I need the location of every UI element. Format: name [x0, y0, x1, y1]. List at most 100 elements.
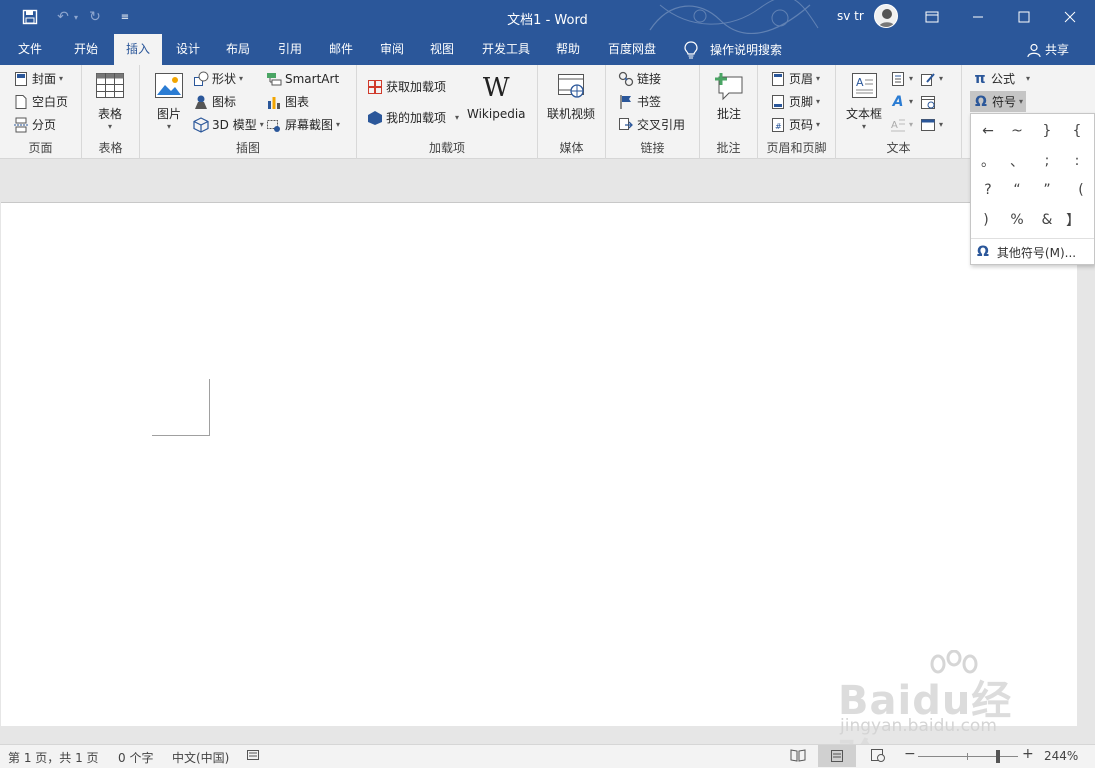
- table-button[interactable]: 表格 ▾: [94, 71, 126, 131]
- page-info[interactable]: 第 1 页，共 1 页: [8, 749, 99, 766]
- tab-developer[interactable]: 开发工具: [475, 34, 537, 65]
- symbol-button[interactable]: Ω 符号 ▾: [970, 91, 1027, 112]
- tab-review[interactable]: 审阅: [372, 34, 412, 65]
- bookmark-button[interactable]: 书签: [618, 91, 661, 112]
- wikipedia-button[interactable]: W Wikipedia: [467, 73, 526, 121]
- symbol-item[interactable]: 】: [1058, 207, 1088, 233]
- symbol-item[interactable]: “: [1002, 177, 1032, 203]
- cross-reference-label: 交叉引用: [637, 118, 686, 132]
- icons-button[interactable]: 图标: [193, 91, 236, 112]
- word-count[interactable]: 0 个字: [118, 749, 153, 766]
- symbol-item[interactable]: }: [1032, 118, 1062, 144]
- tab-home[interactable]: 开始: [64, 34, 108, 65]
- smartart-button[interactable]: SmartArt: [266, 68, 339, 89]
- footer-button[interactable]: 页脚 ▾: [770, 91, 820, 112]
- tab-baidu-netdisk[interactable]: 百度网盘: [602, 34, 662, 65]
- date-time-button[interactable]: [920, 91, 936, 112]
- page-break-button[interactable]: 分页: [13, 114, 56, 135]
- tab-file[interactable]: 文件: [10, 34, 50, 65]
- group-pages: 封面 ▾ 空白页 分页 页面: [0, 65, 82, 159]
- web-layout-icon[interactable]: [870, 748, 886, 765]
- chart-button[interactable]: 图表: [266, 91, 309, 112]
- tab-mailings[interactable]: 邮件: [321, 34, 361, 65]
- maximize-icon[interactable]: [1001, 0, 1047, 34]
- tab-design[interactable]: 设计: [168, 34, 208, 65]
- drop-cap-button[interactable]: A ▾: [890, 114, 913, 135]
- ribbon-display-options-icon[interactable]: [909, 0, 955, 34]
- chevron-down-icon: ▾: [939, 120, 944, 129]
- wordart-button[interactable]: A ▾: [890, 91, 913, 112]
- blank-page-label: 空白页: [32, 95, 69, 109]
- chevron-down-icon: ▾: [166, 122, 171, 131]
- language-indicator[interactable]: 中文(中国): [172, 749, 229, 766]
- page-number-button[interactable]: # 页码 ▾: [770, 114, 820, 135]
- pi-icon: π: [974, 70, 986, 87]
- vertical-scrollbar[interactable]: [1077, 202, 1095, 726]
- get-addins-button[interactable]: 获取加载项: [367, 76, 446, 97]
- group-comments-label: 批注: [716, 141, 741, 155]
- share-button[interactable]: 共享: [1027, 34, 1069, 65]
- screenshot-button[interactable]: 屏幕截图 ▾: [266, 114, 340, 135]
- pictures-button[interactable]: 图片 ▾: [153, 71, 185, 131]
- tell-me-search[interactable]: 操作说明搜索: [684, 34, 782, 65]
- cross-reference-button[interactable]: 交叉引用: [618, 114, 685, 135]
- wordart-icon: A: [892, 93, 904, 110]
- object-button[interactable]: ▾: [920, 114, 943, 135]
- symbol-item[interactable]: 。: [973, 148, 1003, 174]
- macro-record-icon[interactable]: [246, 748, 260, 765]
- minimize-icon[interactable]: [955, 0, 1001, 34]
- tab-insert[interactable]: 插入: [114, 34, 162, 65]
- my-addins-icon: [367, 110, 383, 126]
- tab-help[interactable]: 帮助: [548, 34, 588, 65]
- symbol-item[interactable]: ;: [1032, 148, 1062, 174]
- online-video-button[interactable]: 联机视频: [547, 71, 595, 122]
- symbol-item[interactable]: ”: [1032, 177, 1062, 203]
- more-symbols-button[interactable]: Ω 其他符号(M)...: [971, 238, 1094, 265]
- ribbon: 封面 ▾ 空白页 分页 页面 表格 ▾ 表格 图片 ▾ 形状 ▾ 图标 3D 模…: [0, 65, 1095, 159]
- watermark-url: jingyan.baidu.com: [840, 716, 997, 736]
- document-gray-area: [0, 159, 1095, 202]
- document-page[interactable]: [1, 202, 1077, 726]
- comment-label: 批注: [716, 107, 741, 121]
- signature-line-button[interactable]: ▾: [920, 68, 943, 89]
- header-button[interactable]: 页眉 ▾: [770, 68, 820, 89]
- blank-page-button[interactable]: 空白页: [13, 91, 68, 112]
- omega-icon: Ω: [977, 244, 989, 260]
- symbol-item[interactable]: %: [1002, 207, 1032, 233]
- 3d-models-label: 3D 模型: [212, 118, 257, 132]
- symbol-item[interactable]: :: [1062, 148, 1092, 174]
- symbol-item[interactable]: (: [1066, 177, 1095, 203]
- tab-view[interactable]: 视图: [422, 34, 462, 65]
- zoom-slider[interactable]: [918, 750, 1018, 763]
- link-button[interactable]: 链接: [618, 68, 661, 89]
- shapes-button[interactable]: 形状 ▾: [193, 68, 243, 89]
- close-icon[interactable]: [1047, 0, 1093, 34]
- symbol-item[interactable]: ): [971, 207, 1001, 233]
- print-layout-icon[interactable]: [818, 745, 856, 767]
- tab-layout[interactable]: 布局: [218, 34, 258, 65]
- new-comment-button[interactable]: 批注: [713, 71, 745, 122]
- zoom-out-button[interactable]: −: [904, 746, 916, 762]
- 3d-models-button[interactable]: 3D 模型 ▾: [193, 114, 264, 135]
- quick-parts-button[interactable]: ▾: [890, 68, 913, 89]
- avatar[interactable]: [874, 4, 898, 28]
- read-mode-icon[interactable]: [790, 748, 806, 765]
- signature-line-icon: [920, 71, 936, 87]
- symbol-item[interactable]: ~: [1002, 118, 1032, 144]
- text-box-button[interactable]: A 文本框 ▾: [846, 71, 882, 131]
- cover-page-button[interactable]: 封面 ▾: [13, 68, 63, 89]
- tab-references[interactable]: 引用: [270, 34, 310, 65]
- symbol-item[interactable]: {: [1062, 118, 1092, 144]
- zoom-in-button[interactable]: +: [1022, 746, 1034, 762]
- symbol-item[interactable]: 、: [1002, 148, 1032, 174]
- equation-button[interactable]: π 公式 ▾: [972, 68, 1030, 89]
- group-illustrations: 图片 ▾ 形状 ▾ 图标 3D 模型 ▾ SmartArt 图表 屏幕截图 ▾ 插图: [140, 65, 357, 159]
- zoom-slider-thumb[interactable]: [996, 750, 1000, 763]
- my-addins-button[interactable]: 我的加载项 ▾: [367, 107, 459, 128]
- title-bar: ↶ ▾ ↻ ≡ 文档1 - Word sv tr: [0, 0, 1095, 34]
- symbol-item[interactable]: ←: [973, 118, 1003, 144]
- zoom-level[interactable]: 244%: [1044, 749, 1078, 763]
- user-name[interactable]: sv tr: [837, 9, 864, 23]
- chevron-down-icon: ▾: [909, 74, 914, 83]
- symbol-item[interactable]: ?: [973, 177, 1003, 203]
